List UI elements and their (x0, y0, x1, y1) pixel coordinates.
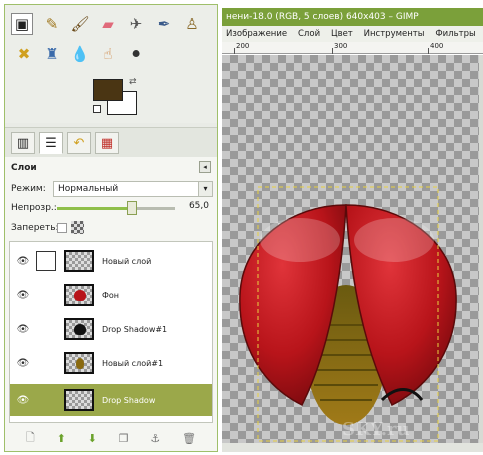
layer-thumbnail (64, 250, 94, 272)
layer-row[interactable]: 👁 Drop Shadow#1 (10, 314, 212, 344)
mode-value: Нормальный (58, 184, 119, 194)
lock-pixels-checkbox[interactable] (57, 223, 67, 233)
clone-stamp-icon[interactable]: ♙ (181, 13, 203, 35)
opacity-label: Непрозр.: (11, 203, 57, 213)
image-window: нени-18.0 (RGB, 5 слоев) 640x403 – GIMP … (222, 8, 483, 452)
opacity-slider-handle[interactable] (127, 201, 137, 215)
toolbox: ▣ ✎ 🖌 ▰ ✈ ✒ ♙ ✖ ♜ 💧 ☝ ⚫ ⇄ (5, 5, 217, 123)
menubar: Изображение Слой Цвет Инструменты Фильтр… (222, 26, 483, 42)
anchor-layer-icon[interactable]: ⚓ (150, 432, 160, 445)
image-canvas[interactable]: SKY.ru (222, 55, 479, 443)
menu-layer[interactable]: Слой (298, 26, 320, 42)
foreground-select-icon[interactable]: ▣ (11, 13, 33, 35)
dock-tabs: ▥ ☰ ↶ ▦ (5, 127, 217, 157)
menu-color[interactable]: Цвет (331, 26, 353, 42)
layer-name: Drop Shadow#1 (102, 324, 168, 334)
vertical-scrollbar[interactable] (479, 55, 483, 443)
layers-list: 👁 Новый слой 👁 Фон 👁 Drop Shadow#1 👁 Нов… (9, 241, 213, 423)
layer-thumbnail (64, 389, 94, 411)
perspective-clone-icon[interactable]: ♜ (41, 43, 63, 65)
new-layer-icon[interactable]: 🗋 (26, 429, 35, 448)
panel-title: Слои (11, 163, 37, 173)
airbrush-icon[interactable]: ✈ (125, 13, 147, 35)
layer-thumbnail (64, 352, 94, 374)
ink-icon[interactable]: ✒ (153, 13, 175, 35)
eye-icon[interactable]: 👁 (16, 393, 30, 407)
layer-thumbnail (64, 318, 94, 340)
paths-tab-icon[interactable]: ↶ (67, 132, 91, 154)
toolbox-dock: ▣ ✎ 🖌 ▰ ✈ ✒ ♙ ✖ ♜ 💧 ☝ ⚫ ⇄ ▥ ☰ ↶ ▦ Слои ◂… (4, 4, 218, 452)
foreground-color-swatch[interactable] (93, 79, 123, 101)
window-title: нени-18.0 (RGB, 5 слоев) 640x403 – GIMP (222, 8, 483, 26)
layer-row[interactable]: 👁 Новый слой (10, 246, 212, 276)
watermark-text: SKY.ru (342, 419, 410, 440)
mode-select[interactable]: Нормальный ▾ (53, 181, 213, 197)
menu-filters[interactable]: Фильтры (435, 26, 475, 42)
eye-icon[interactable]: 👁 (16, 322, 30, 336)
layer-row[interactable]: 👁 Новый слой#1 (10, 348, 212, 378)
layer-row-selected[interactable]: 👁 Drop Shadow (10, 384, 212, 416)
horizontal-scrollbar[interactable] (222, 443, 483, 452)
ladybug-artwork (239, 186, 457, 442)
layer-name: Новый слой#1 (102, 358, 164, 368)
color-swatches[interactable]: ⇄ (93, 77, 147, 119)
opacity-value[interactable]: 65,0 (189, 201, 209, 211)
heal-icon[interactable]: ✖ (13, 43, 35, 65)
layer-name: Новый слой (102, 256, 152, 266)
menu-tools[interactable]: Инструменты (364, 26, 425, 42)
eye-icon[interactable]: 👁 (16, 254, 30, 268)
brush-icon[interactable]: 🖌 (69, 13, 91, 35)
chevron-down-icon[interactable]: ▾ (198, 182, 212, 196)
horizontal-ruler: 200 300 400 (222, 42, 483, 54)
lock-label: Запереть: (11, 223, 59, 233)
lock-alpha-icon[interactable] (71, 221, 84, 234)
layer-row[interactable]: 👁 Фон (10, 280, 212, 310)
layer-thumbnail (64, 284, 94, 306)
opacity-slider-fill (57, 207, 133, 210)
undo-tab-icon[interactable]: ▦ (95, 132, 119, 154)
panel-menu-button[interactable]: ◂ (199, 161, 211, 173)
dodge-burn-icon[interactable]: ⚫ (125, 43, 147, 65)
layer-name: Drop Shadow (102, 395, 156, 405)
mode-label: Режим: (11, 184, 46, 194)
channels-tab-icon[interactable]: ☰ (39, 132, 63, 154)
blur-icon[interactable]: 💧 (69, 43, 91, 65)
eye-icon[interactable]: 👁 (16, 356, 30, 370)
ruler-label: 200 (236, 42, 250, 50)
pencil-icon[interactable]: ✎ (41, 13, 63, 35)
layers-action-bar: 🗋 ⬆ ⬇ ❐ ⚓ 🗑 (5, 427, 217, 449)
layers-tab-icon[interactable]: ▥ (11, 132, 35, 154)
layers-panel: Слои ◂ Режим: Нормальный ▾ Непрозр.: 65,… (5, 157, 217, 451)
smudge-icon[interactable]: ☝ (97, 43, 119, 65)
menu-image[interactable]: Изображение (226, 26, 287, 42)
ruler-label: 400 (430, 42, 444, 50)
delete-layer-icon[interactable]: 🗑 (182, 432, 196, 445)
layer-name: Фон (102, 290, 120, 300)
eye-icon[interactable]: 👁 (16, 288, 30, 302)
swap-colors-icon[interactable]: ⇄ (129, 77, 137, 87)
raise-layer-icon[interactable]: ⬆ (57, 432, 66, 445)
duplicate-layer-icon[interactable]: ❐ (119, 432, 129, 445)
lower-layer-icon[interactable]: ⬇ (88, 432, 97, 445)
eraser-icon[interactable]: ▰ (97, 13, 119, 35)
ruler-label: 300 (334, 42, 348, 50)
reset-colors-icon[interactable] (93, 105, 101, 113)
layer-mask-thumbnail[interactable] (36, 251, 56, 271)
